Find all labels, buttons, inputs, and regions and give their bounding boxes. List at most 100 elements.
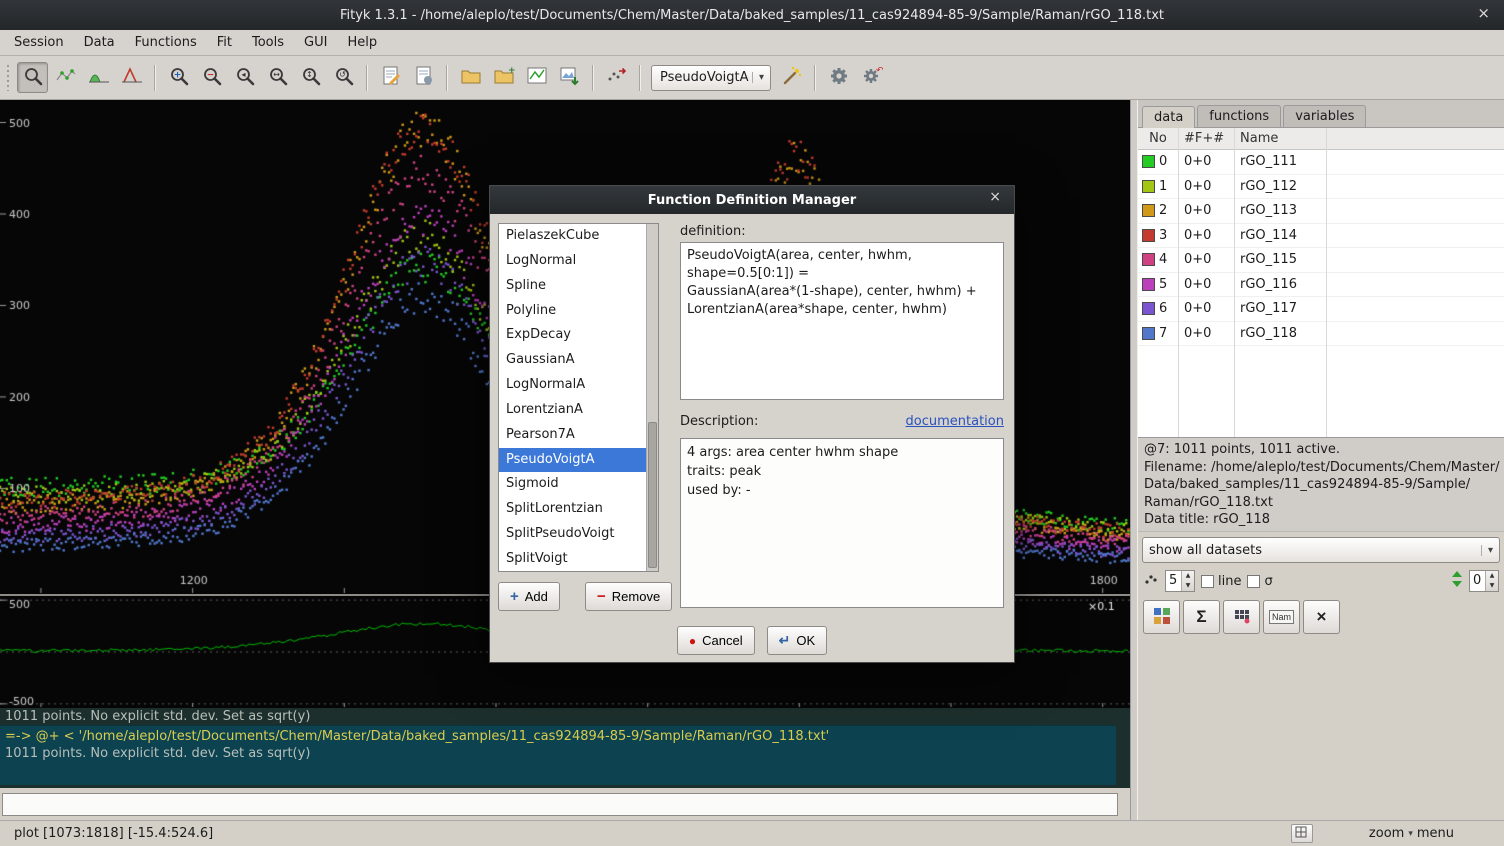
line-checkbox[interactable] xyxy=(1201,575,1214,588)
function-list[interactable]: PielaszekCubeLogNormalSplinePolylineExpD… xyxy=(498,223,659,572)
data-grid-button[interactable] xyxy=(1143,600,1180,634)
spin-down-icon[interactable]: ▼ xyxy=(1486,581,1498,591)
session-script-button[interactable] xyxy=(408,62,439,93)
dialog-close-button[interactable]: × xyxy=(985,189,1005,205)
function-list-item[interactable]: ExpDecay xyxy=(499,323,658,348)
shift-spinner[interactable]: 0 ▲▼ xyxy=(1469,570,1499,592)
range-mode-button[interactable] xyxy=(83,62,114,93)
scrollbar-thumb[interactable] xyxy=(648,422,657,568)
edit-transform-button[interactable] xyxy=(1223,600,1260,634)
open-data-append-button[interactable]: + xyxy=(488,62,519,93)
dataset-filter-dropdown[interactable]: show all datasets ▾ xyxy=(1142,537,1500,563)
save-image-button[interactable] xyxy=(554,62,585,93)
function-list-item[interactable]: Spline xyxy=(499,274,658,299)
line-checkbox-group[interactable]: line xyxy=(1201,574,1241,589)
dataset-color-swatch[interactable] xyxy=(1142,180,1155,193)
function-list-item[interactable]: Sigmoid xyxy=(499,472,658,497)
cancel-button[interactable]: ● Cancel xyxy=(677,626,755,655)
function-list-item[interactable]: Pearson7A xyxy=(499,423,658,448)
sigma-checkbox[interactable] xyxy=(1247,575,1260,588)
edit-points-mode-button[interactable] xyxy=(50,62,81,93)
column-header-no[interactable]: No xyxy=(1138,131,1178,146)
menu-item[interactable]: Fit xyxy=(207,32,242,53)
status-menu-label[interactable]: menu xyxy=(1417,826,1454,841)
function-list-item[interactable]: SplitVoigt xyxy=(499,547,658,572)
function-list-item[interactable]: PielaszekCube xyxy=(499,224,658,249)
menu-item[interactable]: Functions xyxy=(125,32,207,53)
spin-down-icon[interactable]: ▼ xyxy=(1182,581,1194,591)
zoom-vertical-button[interactable]: ↕ xyxy=(295,62,326,93)
dataset-color-swatch[interactable] xyxy=(1142,327,1155,340)
dataset-row[interactable]: 3 0+0 rGO_114 xyxy=(1138,224,1504,249)
delete-dataset-button[interactable]: × xyxy=(1303,600,1340,634)
dataset-color-swatch[interactable] xyxy=(1142,229,1155,242)
zoom-mode-button[interactable] xyxy=(17,62,48,93)
output-console[interactable]: 1011 points. No explicit std. dev. Set a… xyxy=(0,708,1130,788)
chevron-down-icon[interactable]: ▾ xyxy=(752,72,770,83)
menu-item[interactable]: Data xyxy=(74,32,125,53)
chevron-down-icon[interactable]: ▾ xyxy=(1481,545,1499,556)
add-function-def-button[interactable]: + Add xyxy=(498,582,560,611)
vertical-splitter[interactable] xyxy=(1130,100,1138,820)
dataset-color-swatch[interactable] xyxy=(1142,302,1155,315)
zoom-in-button[interactable]: + xyxy=(163,62,194,93)
dataset-row[interactable]: 4 0+0 rGO_115 xyxy=(1138,248,1504,273)
function-list-item[interactable]: SplitPseudoVoigt xyxy=(499,522,658,547)
documentation-link[interactable]: documentation xyxy=(906,414,1004,429)
column-header-name[interactable]: Name xyxy=(1234,131,1504,146)
zoom-previous-button[interactable]: ◂ xyxy=(229,62,260,93)
zoom-all-button[interactable]: ↺ xyxy=(328,62,359,93)
spinner-arrows[interactable]: ▲▼ xyxy=(1181,571,1194,591)
function-list-scrollbar[interactable] xyxy=(646,224,658,571)
session-log-button[interactable] xyxy=(375,62,406,93)
menu-item[interactable]: GUI xyxy=(294,32,337,53)
show-names-button[interactable]: Nam xyxy=(1263,600,1300,634)
data-transform-button[interactable] xyxy=(601,62,632,93)
definition-textarea[interactable]: PseudoVoigtA(area, center, hwhm, shape=0… xyxy=(680,242,1004,400)
add-function-button[interactable] xyxy=(776,62,807,93)
toolbar-grip[interactable] xyxy=(4,65,12,91)
run-fit-button[interactable] xyxy=(823,62,854,93)
dataset-row[interactable]: 1 0+0 rGO_112 xyxy=(1138,175,1504,200)
dataset-color-swatch[interactable] xyxy=(1142,155,1155,168)
sigma-checkbox-group[interactable]: σ xyxy=(1247,574,1272,589)
spinner-arrows[interactable]: ▲▼ xyxy=(1485,571,1498,591)
dataset-row[interactable]: 5 0+0 rGO_116 xyxy=(1138,273,1504,298)
dataset-row[interactable]: 2 0+0 rGO_113 xyxy=(1138,199,1504,224)
function-list-item[interactable]: PseudoVoigtA xyxy=(499,448,658,473)
undo-fit-button[interactable]: ↶ xyxy=(856,62,887,93)
spin-up-icon[interactable]: ▲ xyxy=(1182,571,1194,581)
sidebar-tab[interactable]: functions xyxy=(1197,105,1281,127)
ok-button[interactable]: ↵ OK xyxy=(767,626,828,655)
function-list-item[interactable]: GaussianA xyxy=(499,348,658,373)
sidebar-tab[interactable]: data xyxy=(1142,106,1195,128)
column-header-ff[interactable]: #F+# xyxy=(1178,131,1234,146)
add-peak-mode-button[interactable] xyxy=(116,62,147,93)
window-close-button[interactable]: × xyxy=(1473,4,1494,22)
dataset-color-swatch[interactable] xyxy=(1142,253,1155,266)
dataset-color-swatch[interactable] xyxy=(1142,204,1155,217)
menu-item[interactable]: Session xyxy=(4,32,74,53)
function-type-dropdown[interactable]: PseudoVoigtA ▾ xyxy=(651,65,771,91)
spin-up-icon[interactable]: ▲ xyxy=(1486,571,1498,581)
menu-item[interactable]: Help xyxy=(337,32,387,53)
command-input[interactable] xyxy=(2,793,1118,816)
menu-item[interactable]: Tools xyxy=(242,32,294,53)
sidebar-tab[interactable]: variables xyxy=(1283,105,1366,127)
open-data-button[interactable] xyxy=(455,62,486,93)
dataset-row[interactable]: 6 0+0 rGO_117 xyxy=(1138,297,1504,322)
chevron-down-icon[interactable]: ▾ xyxy=(1408,829,1413,839)
zoom-horizontal-button[interactable]: ↔ xyxy=(262,62,293,93)
function-list-item[interactable]: SplitLorentzian xyxy=(499,497,658,522)
function-list-item[interactable]: Polyline xyxy=(499,299,658,324)
function-list-item[interactable]: LorentzianA xyxy=(499,398,658,423)
point-size-spinner[interactable]: 5 ▲▼ xyxy=(1165,570,1195,592)
status-grid-button[interactable] xyxy=(1291,824,1313,843)
remove-function-def-button[interactable]: − Remove xyxy=(585,582,672,611)
dataset-row[interactable]: 0 0+0 rGO_111 xyxy=(1138,150,1504,175)
show-sum-button[interactable]: Σ xyxy=(1183,600,1220,634)
dataset-row[interactable]: 7 0+0 rGO_118 xyxy=(1138,322,1504,347)
status-zoom-label[interactable]: zoom xyxy=(1369,826,1404,841)
function-list-item[interactable]: LogNormalA xyxy=(499,373,658,398)
export-plot-button[interactable] xyxy=(521,62,552,93)
